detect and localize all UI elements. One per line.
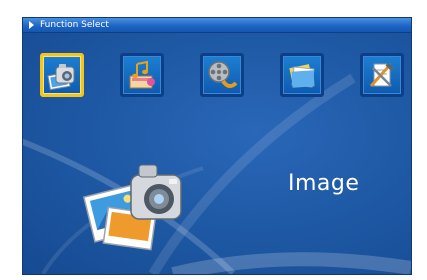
music-icon [129,60,155,89]
folder-icon [289,64,315,88]
current-mode-label: Image [288,171,360,196]
function-music-button[interactable] [120,53,164,97]
camera-photo-icon [47,64,75,91]
function-file-button[interactable] [280,53,324,97]
function-setup-button[interactable] [360,53,404,97]
function-image-button[interactable] [40,53,84,97]
function-select-screen: Function Select Image [22,17,412,275]
title-arrow-icon [29,21,34,29]
function-movie-button[interactable] [200,53,244,97]
camera-photo-icon [83,164,182,251]
title-bar: Function Select [23,18,411,33]
settings-tools-icon [369,62,395,88]
function-icon-row [40,53,404,99]
window-title: Function Select [40,20,109,30]
film-reel-icon [208,61,238,88]
